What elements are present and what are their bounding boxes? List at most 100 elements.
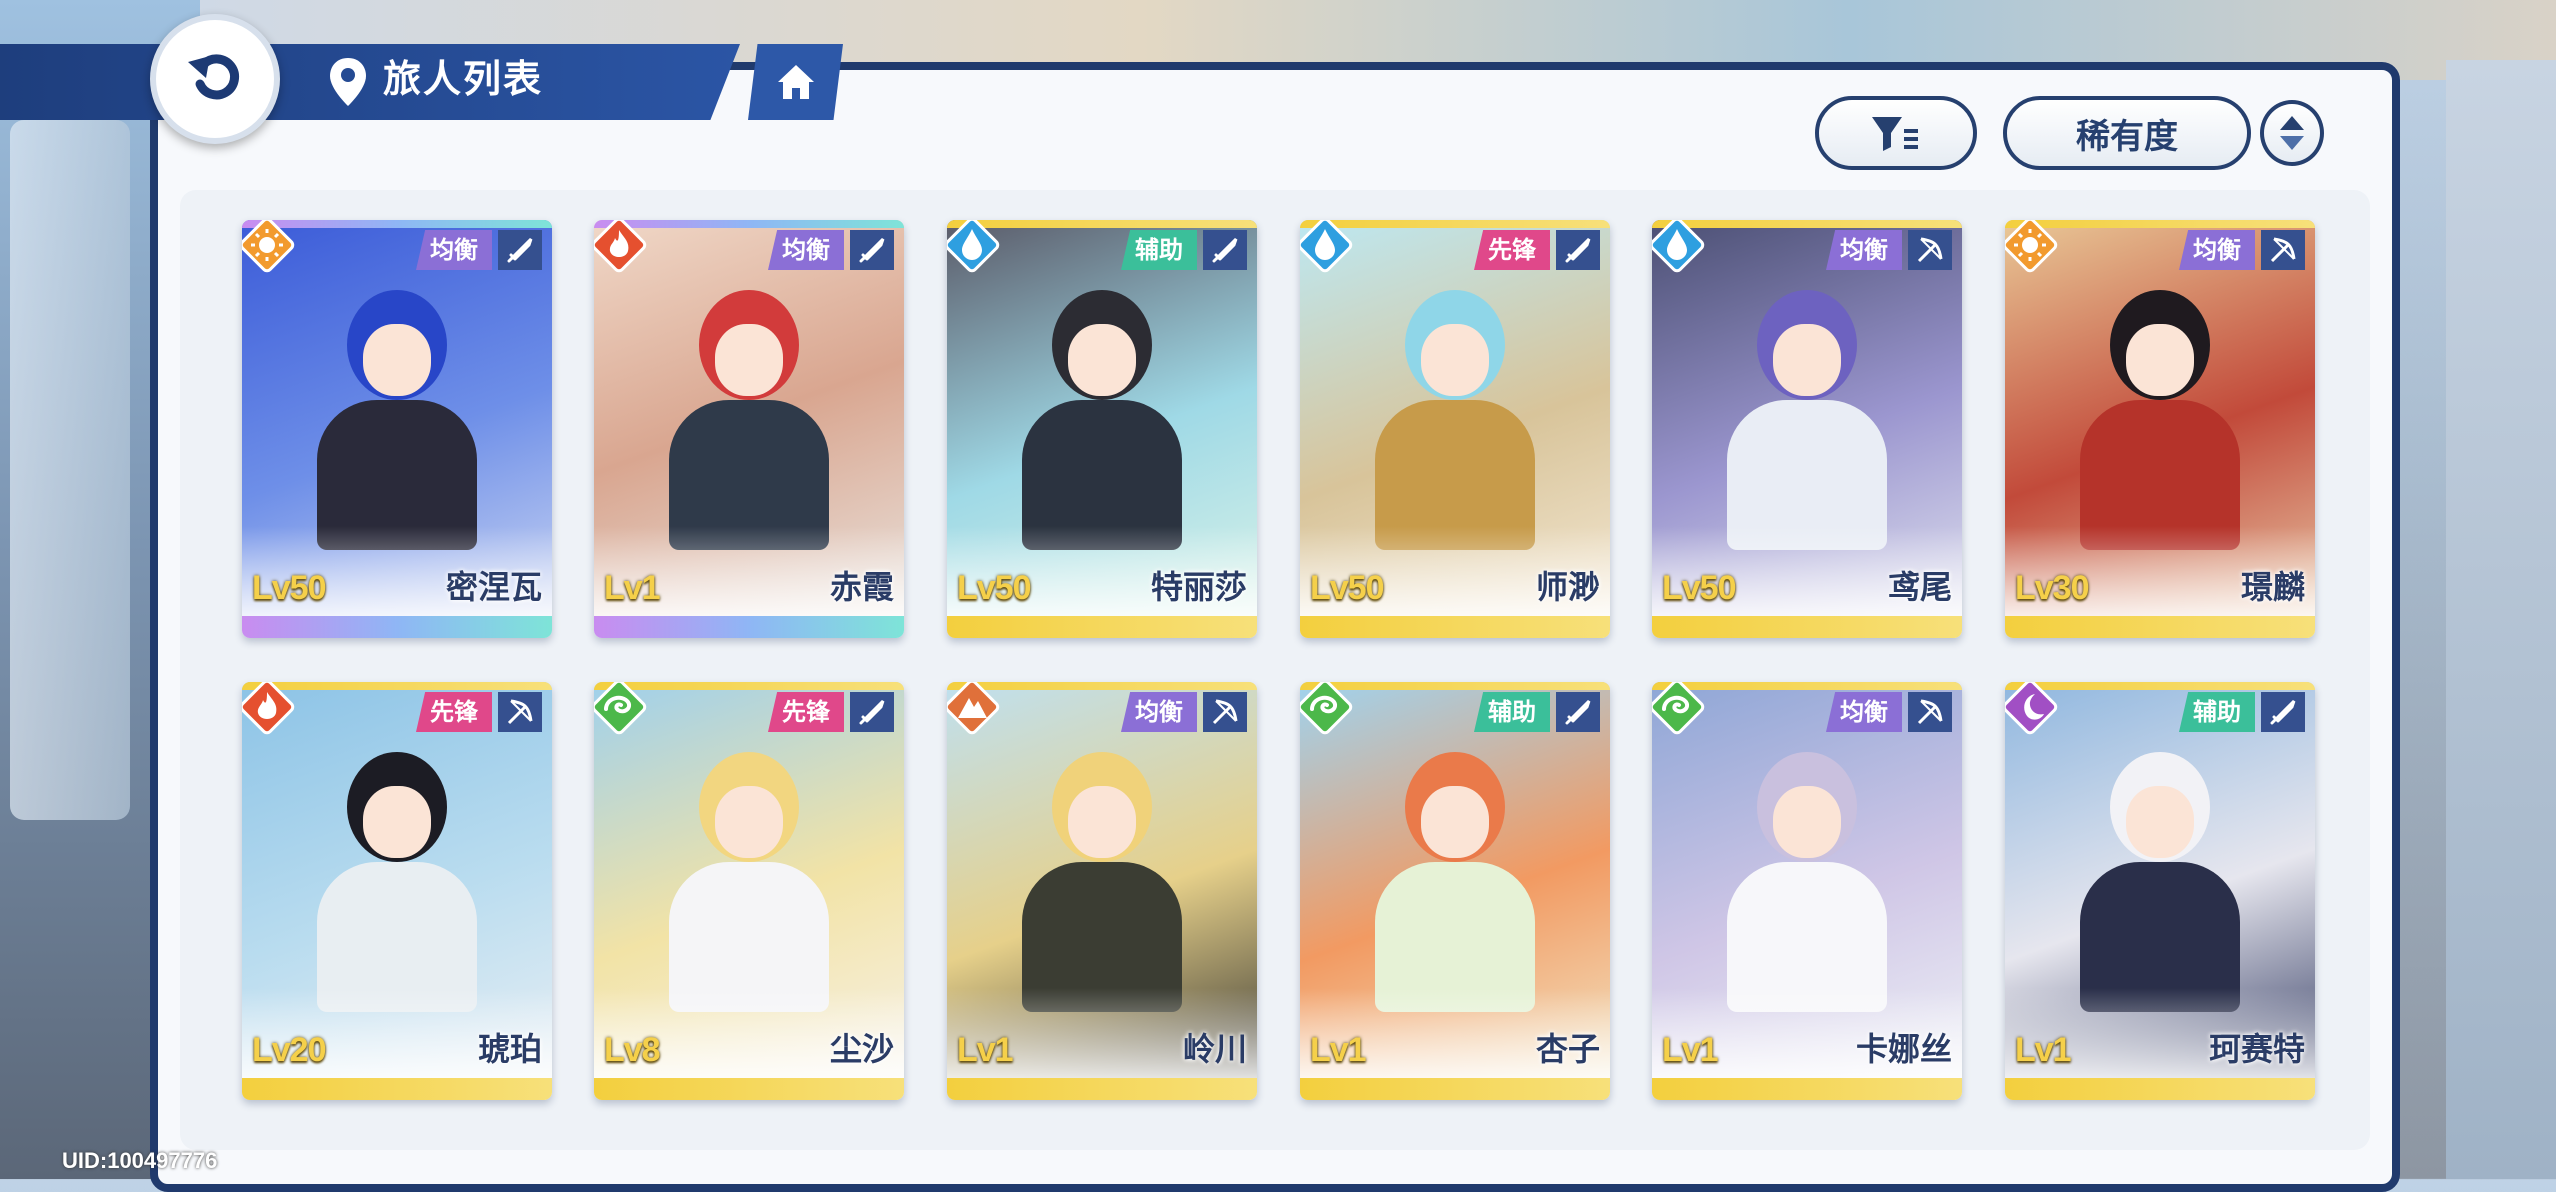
rarity-bar — [947, 616, 1257, 638]
traveler-name: 尘沙 — [829, 1030, 894, 1068]
back-button[interactable] — [150, 14, 280, 144]
moon-icon — [2005, 682, 2060, 737]
water-icon — [947, 220, 1002, 275]
role-badge: 辅助 — [2179, 692, 2255, 732]
rarity-bar — [242, 616, 552, 638]
traveler-name: 卡娜丝 — [1855, 1030, 1952, 1068]
rarity-bar — [947, 1078, 1257, 1100]
level-label: Lv8 — [604, 1031, 661, 1069]
traveler-card[interactable]: 均衡 Lv50 密涅瓦 — [242, 220, 552, 638]
page-title: 旅人列表 — [383, 57, 544, 101]
sword-icon — [1556, 692, 1600, 732]
home-icon — [777, 65, 814, 99]
traveler-name: 珂赛特 — [2208, 1030, 2305, 1068]
traveler-card[interactable]: 均衡 Lv30 璟麟 — [2005, 220, 2315, 638]
rarity-bar — [242, 1078, 552, 1100]
role-badge: 均衡 — [1121, 692, 1197, 732]
rarity-bar — [594, 1078, 904, 1100]
background-scenery-right — [2446, 60, 2556, 1179]
rarity-bar — [1652, 616, 1962, 638]
role-badge: 均衡 — [1826, 692, 1902, 732]
character-figure — [669, 290, 829, 550]
role-badge: 均衡 — [416, 230, 492, 270]
level-label: Lv1 — [1310, 1031, 1367, 1069]
background-pillar — [10, 120, 130, 820]
character-figure — [1727, 752, 1887, 1012]
level-label: Lv1 — [2015, 1031, 2072, 1069]
level-label: Lv50 — [1662, 569, 1736, 607]
traveler-card[interactable]: 均衡 Lv1 岭川 — [947, 682, 1257, 1100]
traveler-name: 璟麟 — [2240, 568, 2305, 606]
sort-order-icon — [2280, 116, 2304, 150]
home-button[interactable] — [748, 44, 843, 120]
filter-icon — [1872, 117, 1918, 151]
character-figure — [1375, 752, 1535, 1012]
character-figure — [669, 752, 829, 1012]
level-label: Lv50 — [252, 569, 326, 607]
rarity-bar — [1300, 1078, 1610, 1100]
wind-icon — [594, 682, 649, 737]
sword-icon — [498, 230, 542, 270]
role-badge: 均衡 — [1826, 230, 1902, 270]
level-label: Lv1 — [957, 1031, 1014, 1069]
sort-order-toggle[interactable] — [2260, 100, 2324, 166]
traveler-name: 特丽莎 — [1150, 568, 1247, 606]
character-figure — [1022, 290, 1182, 550]
level-label: Lv50 — [957, 569, 1031, 607]
rarity-bar — [1652, 1078, 1962, 1100]
bow-icon — [1908, 692, 1952, 732]
fire-icon — [594, 220, 649, 275]
rarity-bar — [594, 616, 904, 638]
filter-button[interactable] — [1815, 96, 1977, 170]
bow-icon — [1908, 230, 1952, 270]
bow-icon — [498, 692, 542, 732]
sun-icon — [2005, 220, 2060, 275]
sword-icon — [1203, 230, 1247, 270]
uid-label: UID:100497776 — [62, 1148, 218, 1173]
role-badge: 均衡 — [768, 230, 844, 270]
character-figure — [2080, 752, 2240, 1012]
location-pin-icon — [330, 58, 366, 106]
traveler-card[interactable]: 辅助 Lv50 特丽莎 — [947, 220, 1257, 638]
traveler-name: 岭川 — [1182, 1030, 1247, 1068]
sword-icon — [2261, 692, 2305, 732]
sword-icon — [850, 692, 894, 732]
level-label: Lv20 — [252, 1031, 326, 1069]
character-figure — [1022, 752, 1182, 1012]
character-figure — [317, 752, 477, 1012]
role-badge: 辅助 — [1474, 692, 1550, 732]
water-icon — [1652, 220, 1707, 275]
level-label: Lv1 — [1662, 1031, 1719, 1069]
bow-icon — [2261, 230, 2305, 270]
role-badge: 均衡 — [2179, 230, 2255, 270]
sword-icon — [850, 230, 894, 270]
traveler-name: 杏子 — [1535, 1030, 1600, 1068]
traveler-card[interactable]: 均衡 Lv1 赤霞 — [594, 220, 904, 638]
traveler-name: 琥珀 — [477, 1030, 542, 1068]
traveler-card[interactable]: 辅助 Lv1 珂赛特 — [2005, 682, 2315, 1100]
sword-icon — [1556, 230, 1600, 270]
sort-rarity-button[interactable]: 稀有度 — [2003, 96, 2251, 170]
traveler-card[interactable]: 先锋 Lv50 师渺 — [1300, 220, 1610, 638]
traveler-card[interactable]: 辅助 Lv1 杏子 — [1300, 682, 1610, 1100]
sort-label: 稀有度 — [2076, 116, 2178, 157]
character-figure — [317, 290, 477, 550]
role-badge: 先锋 — [416, 692, 492, 732]
rarity-bar — [1300, 616, 1610, 638]
wind-icon — [1652, 682, 1707, 737]
traveler-card[interactable]: 先锋 Lv8 尘沙 — [594, 682, 904, 1100]
earth-icon — [947, 682, 1002, 737]
character-figure — [1727, 290, 1887, 550]
traveler-name: 师渺 — [1535, 568, 1600, 606]
sun-icon — [242, 220, 297, 275]
traveler-name: 鸢尾 — [1887, 568, 1952, 606]
traveler-card[interactable]: 均衡 Lv50 鸢尾 — [1652, 220, 1962, 638]
traveler-card[interactable]: 均衡 Lv1 卡娜丝 — [1652, 682, 1962, 1100]
traveler-name: 密涅瓦 — [445, 568, 542, 606]
rarity-bar — [2005, 1078, 2315, 1100]
traveler-card[interactable]: 先锋 Lv20 琥珀 — [242, 682, 552, 1100]
level-label: Lv1 — [604, 569, 661, 607]
bow-icon — [1203, 692, 1247, 732]
level-label: Lv30 — [2015, 569, 2089, 607]
role-badge: 先锋 — [768, 692, 844, 732]
